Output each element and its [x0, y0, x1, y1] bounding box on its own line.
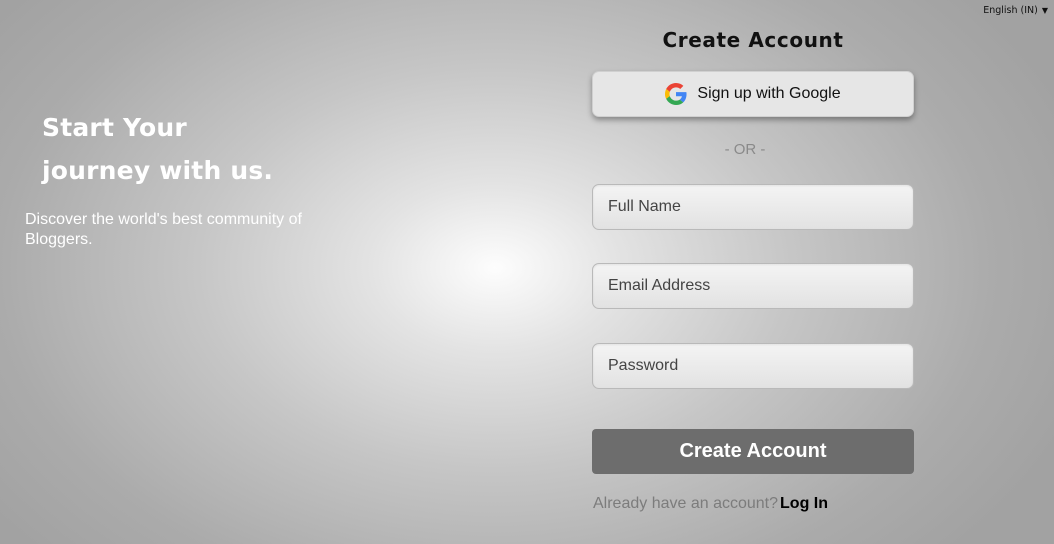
hero-title: Start Your journey with us.: [42, 106, 273, 192]
language-selector[interactable]: English (IN) ▼: [983, 5, 1048, 16]
login-prompt-row: Already have an account? Log In: [593, 495, 828, 513]
create-account-button[interactable]: Create Account: [592, 429, 914, 474]
hero-title-line2: journey with us.: [42, 156, 274, 185]
hero-subtitle: Discover the world's best community of B…: [25, 211, 302, 248]
full-name-field[interactable]: [592, 184, 914, 230]
caret-down-icon: ▼: [1041, 6, 1048, 15]
login-prompt-text: Already have an account?: [593, 495, 779, 512]
google-signup-button[interactable]: Sign up with Google: [592, 71, 914, 117]
login-link[interactable]: Log In: [780, 495, 828, 512]
google-button-label: Sign up with Google: [697, 85, 841, 102]
password-field[interactable]: [592, 343, 914, 389]
google-icon: [665, 83, 687, 105]
form-title: Create Account: [662, 28, 844, 52]
or-divider: - OR -: [724, 141, 766, 158]
email-field[interactable]: [592, 263, 914, 309]
hero-title-line1: Start Your: [42, 113, 187, 142]
language-label: English (IN): [983, 5, 1038, 16]
